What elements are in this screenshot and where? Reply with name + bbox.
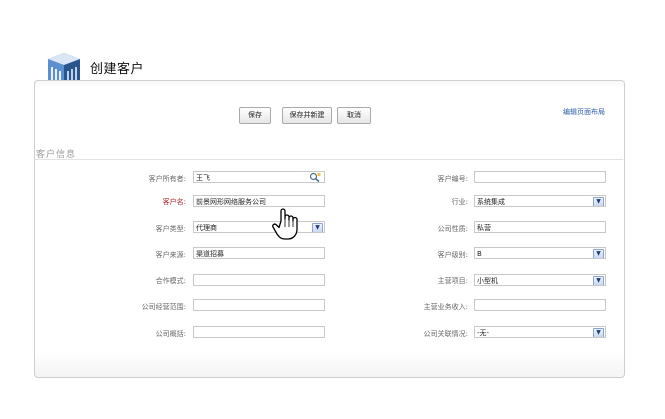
customer-type-select[interactable]: 代理商 ▼ — [193, 221, 325, 233]
company-nature-field[interactable]: 私营 — [474, 221, 606, 233]
cooperation-mode-label: 合作模式: — [155, 277, 186, 285]
company-overview-label: 公司概括: — [155, 330, 186, 338]
cooperation-mode-field[interactable] — [193, 274, 325, 286]
edit-layout-link[interactable]: 编辑页面布局 — [563, 107, 605, 117]
company-nature-label: 公司性质: — [437, 225, 468, 233]
owner-field[interactable]: 王飞 — [193, 171, 325, 183]
company-relation-label: 公司关联情况: — [423, 330, 468, 338]
customer-type-label: 客户类型: — [155, 225, 186, 233]
company-relation-value: -无- — [477, 329, 490, 337]
source-label: 客户来源: — [155, 251, 186, 259]
main-project-select[interactable]: 小型机 ▼ — [474, 274, 606, 286]
page-title: 创建客户 — [90, 62, 145, 77]
hand-cursor-icon — [272, 208, 298, 240]
owner-label: 客户所有者: — [148, 175, 186, 183]
industry-value: 系统集成 — [477, 198, 505, 206]
main-project-value: 小型机 — [477, 277, 498, 285]
customer-level-select[interactable]: B ▼ — [474, 247, 606, 259]
source-field[interactable]: 渠道招募 — [193, 247, 325, 259]
chevron-down-icon[interactable]: ▼ — [593, 328, 604, 337]
business-scope-field[interactable] — [193, 299, 325, 311]
customer-name-field[interactable]: 前景网形网络服务公司 — [193, 195, 325, 207]
chevron-down-icon[interactable]: ▼ — [593, 197, 604, 206]
customer-type-value: 代理商 — [196, 224, 217, 232]
cancel-button[interactable]: 取消 — [337, 107, 371, 124]
customer-level-value: B — [477, 250, 482, 258]
section-divider — [35, 159, 623, 160]
customer-number-label: 客户编号: — [437, 175, 468, 183]
customer-level-label: 客户级别: — [437, 251, 468, 259]
lookup-icon[interactable] — [309, 172, 321, 182]
main-revenue-label: 主营业务收入: — [423, 303, 468, 311]
industry-label: 行业: — [451, 198, 468, 206]
main-revenue-field[interactable] — [474, 299, 606, 311]
save-and-new-button[interactable]: 保存并新建 — [282, 107, 332, 124]
company-relation-select[interactable]: -无- ▼ — [474, 326, 606, 338]
customer-number-field[interactable] — [474, 171, 606, 183]
save-button[interactable]: 保存 — [239, 107, 271, 124]
main-project-label: 主营项目: — [437, 277, 468, 285]
company-overview-field[interactable] — [193, 326, 325, 338]
industry-select[interactable]: 系统集成 ▼ — [474, 195, 606, 207]
business-scope-label: 公司经营范围: — [141, 303, 186, 311]
chevron-down-icon[interactable]: ▼ — [593, 249, 604, 258]
chevron-down-icon[interactable]: ▼ — [312, 223, 323, 232]
chevron-down-icon[interactable]: ▼ — [593, 276, 604, 285]
customer-name-label: 客户名: — [162, 198, 186, 206]
